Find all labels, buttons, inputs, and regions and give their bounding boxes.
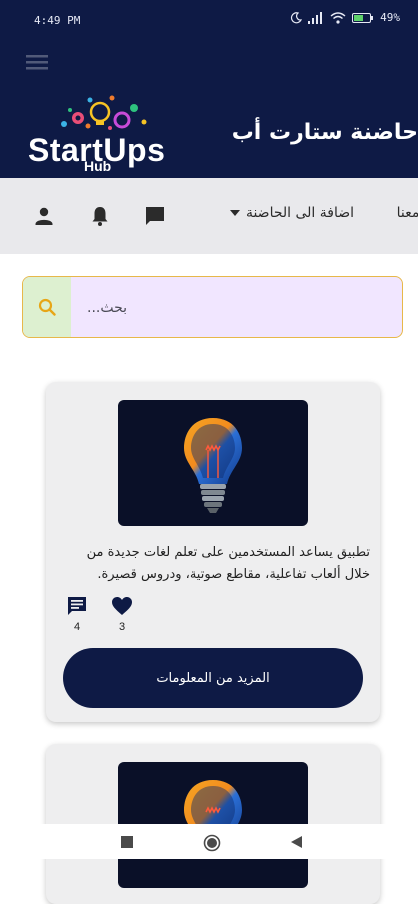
wifi-icon [330,11,346,24]
logo-bulb-graphic [61,95,147,130]
signal-icon [308,11,323,24]
heart-icon [112,597,132,615]
search-input[interactable] [79,277,402,337]
back-icon[interactable] [290,836,302,848]
card-description: تطبيق يساعد المستخدمين على تعلم لغات جدي… [86,545,370,582]
app-header: 4:49 PM 49% StartUps Hub حاضنة ستارت أب [0,0,418,178]
dropdown-caret-icon [229,210,240,216]
navbar: اضافة الى الحاضنة ل معنا [0,178,418,254]
system-navigation-bar [0,824,418,859]
search-icon [38,298,56,316]
startup-card: تطبيق يساعد المستخدمين على تعلم لغات جدي… [46,382,380,722]
comment-icon [68,597,86,615]
search-button[interactable] [23,277,71,337]
card-image[interactable] [118,400,308,526]
likes-stat[interactable]: 3 [108,595,136,633]
startups-hub-logo[interactable]: StartUps Hub [24,92,174,176]
status-bar: 4:49 PM 49% [0,0,418,42]
home-icon[interactable] [203,834,221,852]
likes-count: 3 [118,621,126,633]
bell-icon[interactable] [88,204,112,228]
battery-icon [352,12,374,23]
status-icons: 49% [290,11,400,24]
menu-icon[interactable] [26,54,48,70]
moon-icon [291,11,303,23]
comments-count: 4 [73,621,81,633]
user-icon[interactable] [32,204,56,228]
comments-stat[interactable]: 4 [63,595,91,633]
message-icon[interactable] [143,204,167,228]
battery-level: 49% [380,11,400,24]
app-title: حاضنة ستارت أب [231,120,418,145]
nav-add-to-incubator[interactable]: اضافة الى الحاضنة [229,205,354,221]
status-time: 4:49 PM [34,14,81,27]
nav-add-label: اضافة الى الحاضنة [245,205,354,221]
logo-subtitle: Hub [84,158,112,174]
lightbulb-icon [184,418,242,513]
search-bar [22,276,403,338]
more-info-button[interactable]: المزيد من المعلومات [63,648,363,708]
recent-apps-icon[interactable] [121,836,133,848]
nav-about-us[interactable]: ل معنا [397,205,418,221]
